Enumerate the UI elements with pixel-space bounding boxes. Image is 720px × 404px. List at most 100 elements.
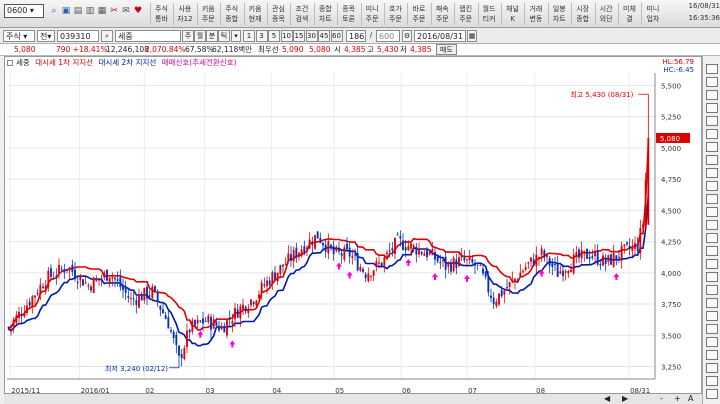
chart-legend: 세중 대시세 1차 지지선 대시세 2차 지지선 매매신호(추세전환신호) — [7, 58, 240, 67]
toolbar-button-13[interactable]: 랩킨 주문 — [454, 3, 476, 25]
toolbar-button-16[interactable]: 거래 변동 — [524, 3, 546, 25]
draw-tool-cursor-icon[interactable] — [706, 272, 718, 282]
draw-tool-magnet-icon[interactable] — [706, 233, 718, 243]
chart-area[interactable]: 5,500 5,250 5,000 4,750 4,500 4,250 4,000 3,750… — [4, 56, 702, 400]
interval-button-30[interactable]: 30 — [305, 30, 318, 42]
interval-button-5[interactable]: 5 — [268, 30, 280, 42]
period-weekly[interactable]: 주 — [182, 30, 194, 42]
legend-toggle-box[interactable] — [7, 60, 13, 66]
toolbar-button-label: 주문 — [365, 15, 379, 23]
candle-body — [252, 302, 255, 305]
draw-tool-vline-icon[interactable] — [706, 337, 718, 347]
toolbar-button-5[interactable]: 관심 종목 — [267, 3, 289, 25]
date-input[interactable]: 2016/08/31 — [414, 30, 466, 42]
draw-tool-circle-icon[interactable] — [706, 207, 718, 217]
interval-button-3[interactable]: 3 — [255, 30, 268, 42]
toolbar-button-7[interactable]: 종합 차트 — [313, 3, 336, 25]
toolbar-button-2[interactable]: 키움 주문 — [196, 3, 219, 25]
draw-tool-line-icon[interactable] — [706, 90, 718, 100]
toolbar-button-12[interactable]: 패속 주문 — [430, 3, 453, 25]
draw-tool-fibo-icon[interactable] — [706, 155, 718, 165]
period-minute[interactable]: 분 — [206, 30, 218, 42]
toolbar-button-label: 검색 — [295, 15, 309, 23]
code-search-button[interactable]: ⌕ — [101, 30, 113, 42]
mail-icon[interactable]: ✉ — [120, 5, 132, 17]
interval-button-15[interactable]: 15 — [293, 30, 305, 42]
count-input[interactable]: 186 — [346, 30, 366, 42]
toolbar-button-15[interactable]: 채널 K — [501, 3, 523, 25]
scroll-left-button[interactable]: ◀ — [604, 395, 610, 403]
stock-code-input[interactable]: 039310 — [57, 30, 99, 42]
draw-tool-hline-icon[interactable] — [706, 116, 718, 126]
sell-button[interactable]: 매도 — [436, 44, 457, 55]
draw-tool-text-icon[interactable] — [706, 168, 718, 178]
type-label: 전 — [40, 32, 48, 41]
draw-tool-line-icon[interactable] — [706, 298, 718, 308]
interval-button-10[interactable]: 10 — [280, 30, 293, 42]
toolbar-button-10[interactable]: 호가 주문 — [384, 3, 406, 25]
candle-body — [87, 285, 90, 287]
candle-body — [26, 305, 28, 314]
draw-tool-box-icon[interactable] — [706, 194, 718, 204]
draw-tool-crosshair-icon[interactable] — [706, 77, 718, 87]
draw-tool-arrow-icon[interactable] — [706, 389, 718, 399]
toolbar-button-17[interactable]: 일봉 차트 — [547, 3, 570, 25]
toolbar-button-19[interactable]: 시간 외단 — [594, 3, 617, 25]
calendar-icon[interactable]: ▦ — [467, 30, 477, 42]
interval-button-60[interactable]: 60 — [330, 30, 343, 42]
candle-body — [588, 256, 591, 260]
settings-icon[interactable]: ⚙ — [402, 30, 412, 42]
toolbar-button-1[interactable]: 사용 자12 — [173, 3, 195, 25]
draw-tool-lock-icon[interactable] — [706, 246, 718, 256]
toolbar-button-11[interactable]: 바로 주문 — [407, 3, 429, 25]
toolbar-button-0[interactable]: 주식 통바 — [150, 3, 172, 25]
search-icon[interactable]: ⌕ — [48, 5, 60, 17]
draw-tool-text-icon[interactable] — [706, 376, 718, 386]
toolbar-button-20[interactable]: 미체 결 — [618, 3, 640, 25]
draw-tool-more-icon[interactable] — [706, 259, 718, 269]
draw-tool-channel-icon[interactable] — [706, 350, 718, 360]
interval-button-1[interactable]: 1 — [243, 30, 255, 42]
scroll-right-button[interactable]: ▶ — [622, 395, 628, 403]
save-icon[interactable]: ▣ — [60, 5, 72, 17]
zoom-out-button[interactable]: - — [660, 395, 663, 403]
time-label: 16:35:36 — [688, 14, 720, 22]
toolbar-button-6[interactable]: 조건 검색 — [290, 3, 312, 25]
draw-tool-crosshair-icon[interactable] — [706, 285, 718, 295]
screen-code-select[interactable]: 0600 ▾ — [4, 4, 44, 18]
candle-body — [220, 326, 223, 330]
draw-tool-eraser-icon[interactable] — [706, 220, 718, 230]
folder-icon[interactable]: ▤ — [72, 5, 84, 17]
print-icon[interactable]: ▥ — [84, 5, 96, 17]
toolbar-button-8[interactable]: 종목 토론 — [337, 3, 359, 25]
draw-tool-arrow-icon[interactable] — [706, 181, 718, 191]
draw-tool-cursor-icon[interactable] — [706, 64, 718, 74]
market-select[interactable]: 주식 ▾ — [3, 30, 35, 42]
toolbar-button-9[interactable]: 미니 주문 — [360, 3, 383, 25]
toolbar-button-21[interactable]: 미니 업차 — [641, 3, 663, 25]
main-toolbar: 0600 ▾ ⌕ ▣ ▤ ▥ ▦ ✂ ✉ ♥ 주식 통바 사용 자12 키움 주문 주식 종합… — [0, 0, 720, 28]
tool-icon[interactable]: ✂ — [108, 5, 120, 17]
candle-body — [578, 249, 580, 258]
toolbar-button-18[interactable]: 시장 종합 — [571, 3, 593, 25]
alert-icon[interactable]: ♥ — [132, 5, 144, 17]
interval-button-45[interactable]: 45 — [318, 30, 330, 42]
draw-tool-hline-icon[interactable] — [706, 324, 718, 334]
toolbar-button-4[interactable]: 키움 현재 — [243, 3, 266, 25]
candle-body — [644, 180, 647, 228]
toolbar-button-3[interactable]: 주식 종합 — [220, 3, 242, 25]
candlestick-chart[interactable]: 5,500 5,250 5,000 4,750 4,500 4,250 4,000 3,750… — [5, 57, 703, 401]
period-monthly[interactable]: 월 — [194, 30, 206, 42]
draw-tool-fibo-icon[interactable] — [706, 363, 718, 373]
zoom-in-button[interactable]: + — [674, 395, 681, 403]
draw-tool-vline-icon[interactable] — [706, 129, 718, 139]
auto-scale-button[interactable]: A — [688, 395, 693, 403]
window-icon[interactable]: ▦ — [96, 5, 108, 17]
period-more-button[interactable]: ▾ — [231, 30, 241, 42]
draw-tool-channel-icon[interactable] — [706, 142, 718, 152]
draw-tool-trend-icon[interactable] — [706, 103, 718, 113]
period-tick[interactable]: 틱 — [218, 30, 230, 42]
toolbar-button-14[interactable]: 월드 티커 — [477, 3, 500, 25]
draw-tool-trend-icon[interactable] — [706, 311, 718, 321]
type-select[interactable]: 전▾ — [37, 30, 55, 42]
